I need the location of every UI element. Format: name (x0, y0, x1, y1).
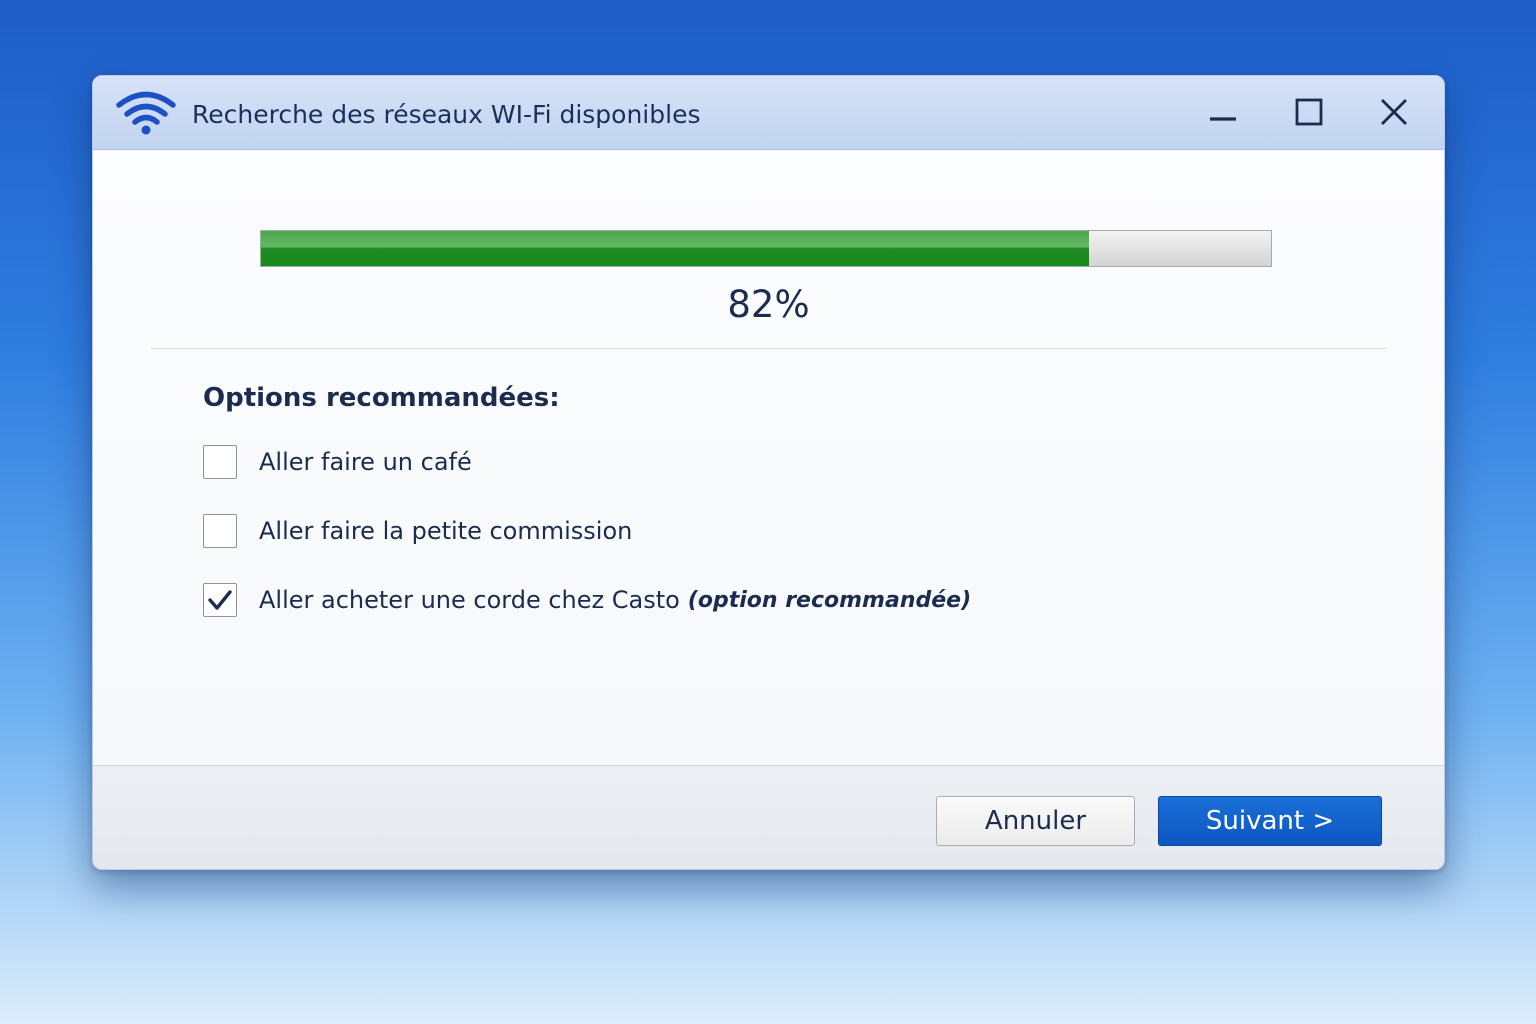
option-rope[interactable]: Aller acheter une corde chez Casto (opti… (203, 581, 971, 619)
option-recommended-note: (option recommandée) (687, 587, 972, 613)
option-label: Aller faire la petite commission (259, 517, 633, 545)
maximize-icon (1295, 98, 1323, 126)
option-coffee[interactable]: Aller faire un café (203, 443, 472, 481)
option-errand[interactable]: Aller faire la petite commission (203, 512, 632, 550)
dialog-footer: Annuler Suivant > (93, 765, 1444, 869)
option-label: Aller acheter une corde chez Casto (259, 586, 680, 614)
progress-bar (260, 230, 1272, 267)
progress-percent: 82% (727, 283, 810, 326)
minimize-icon (1210, 117, 1236, 121)
checkmark-icon (208, 590, 232, 610)
dialog-content: 82% Options recommandées: Aller faire un… (93, 150, 1444, 765)
checkbox[interactable] (203, 445, 237, 479)
option-label: Aller faire un café (259, 448, 472, 476)
title-bar[interactable]: Recherche des réseaux WI-Fi disponibles (93, 76, 1444, 150)
window-title: Recherche des réseaux WI-Fi disponibles (192, 100, 701, 129)
wifi-icon (116, 91, 176, 135)
close-icon (1381, 99, 1407, 125)
checkbox-checked[interactable] (203, 583, 237, 617)
divider (151, 348, 1387, 349)
maximize-button[interactable] (1281, 88, 1337, 136)
next-button[interactable]: Suivant > (1158, 796, 1382, 846)
options-heading: Options recommandées: (203, 383, 560, 413)
close-button[interactable] (1366, 88, 1422, 136)
minimize-button[interactable] (1195, 88, 1251, 136)
cancel-button[interactable]: Annuler (936, 796, 1135, 846)
checkbox[interactable] (203, 514, 237, 548)
progress-fill (261, 231, 1090, 266)
dialog-window: Recherche des réseaux WI-Fi disponibles … (92, 75, 1445, 870)
